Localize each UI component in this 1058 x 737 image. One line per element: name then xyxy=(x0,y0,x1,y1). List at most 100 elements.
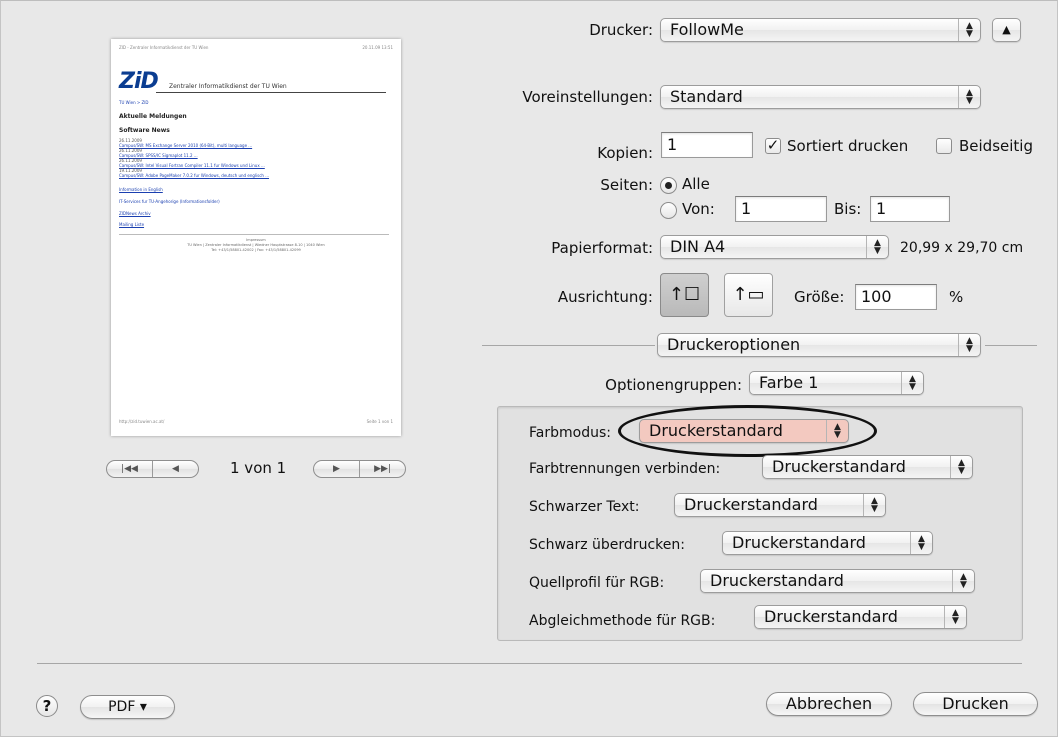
scale-label: Größe: xyxy=(794,288,845,306)
print-dialog: ZID - Zentraler Informatikdienst der TU … xyxy=(0,0,1058,737)
source-profile-value: Druckerstandard xyxy=(710,571,844,590)
pager-forward-group: ▶ ▶▶| xyxy=(313,460,406,478)
collate-label: Sortiert drucken xyxy=(787,137,909,155)
last-page-button[interactable]: ▶▶| xyxy=(360,461,405,477)
option-groups-popup[interactable]: Farbe 1 ▲ ▼ xyxy=(749,371,924,395)
preview-logo: ZiD xyxy=(119,69,159,94)
pages-from-label: Von: xyxy=(682,200,715,218)
preview-bottom-right: Seite 1 von 1 xyxy=(366,419,393,424)
printer-value: FollowMe xyxy=(670,20,744,39)
paper-size-text: 20,99 x 29,70 cm xyxy=(900,240,1024,256)
duplex-checkbox[interactable] xyxy=(936,138,952,154)
help-icon: ? xyxy=(42,697,52,715)
preview-link-2: ZIDNews Archiv xyxy=(119,211,151,216)
preview-breadcrumb: TU Wien > ZID xyxy=(119,100,149,105)
paper-popup[interactable]: DIN A4 ▲ ▼ xyxy=(660,235,889,259)
preview-bottom-left: http://zid.tuwien.ac.at/ xyxy=(119,419,165,424)
overprint-popup[interactable]: Druckerstandard ▲ ▼ xyxy=(722,531,933,555)
preview-divider xyxy=(156,92,386,93)
help-button[interactable]: ? xyxy=(36,695,58,717)
separations-popup[interactable]: Druckerstandard ▲ ▼ xyxy=(762,455,973,479)
updown-arrows-icon: ▲ ▼ xyxy=(958,19,980,41)
triangle-up-icon: ▲ xyxy=(1002,23,1011,36)
scale-field[interactable]: 100 xyxy=(855,284,937,310)
pages-label: Seiten: xyxy=(600,176,653,194)
updown-arrows-icon: ▲ ▼ xyxy=(866,236,888,258)
updown-arrows-icon: ▲ ▼ xyxy=(958,334,980,356)
presets-label: Voreinstellungen: xyxy=(522,88,653,106)
updown-arrows-icon: ▲ ▼ xyxy=(958,86,980,108)
presets-value: Standard xyxy=(670,87,743,106)
source-profile-popup[interactable]: Druckerstandard ▲ ▼ xyxy=(700,569,975,593)
black-text-popup[interactable]: Druckerstandard ▲ ▼ xyxy=(674,493,886,517)
paper-label: Papierformat: xyxy=(551,239,653,257)
preview-footer-rule xyxy=(119,234,389,235)
option-label-overprint: Schwarz überdrucken: xyxy=(529,537,685,553)
separator-left xyxy=(482,345,655,346)
print-button[interactable]: Drucken xyxy=(913,692,1038,716)
expand-collapse-button[interactable]: ▲ xyxy=(992,18,1021,42)
printer-label: Drucker: xyxy=(589,21,653,39)
next-page-button[interactable]: ▶ xyxy=(314,461,360,477)
page-status: 1 von 1 xyxy=(230,459,287,477)
landscape-orientation-icon: ↑▭ xyxy=(732,284,765,305)
preview-header-right: 20.11.09 13:51 xyxy=(362,45,393,50)
first-page-button[interactable]: |◀◀ xyxy=(107,461,153,477)
footer-separator xyxy=(37,663,1022,664)
printer-popup[interactable]: FollowMe ▲ ▼ xyxy=(660,18,981,42)
option-label-source-profile: Quellprofil für RGB: xyxy=(529,575,665,591)
cancel-button[interactable]: Abbrechen xyxy=(766,692,892,716)
landscape-button[interactable]: ↑▭ xyxy=(724,273,773,317)
option-groups-value: Farbe 1 xyxy=(759,373,819,392)
updown-arrows-icon: ▲ ▼ xyxy=(863,494,885,516)
pages-all-label: Alle xyxy=(682,175,710,193)
option-label-black-text: Schwarzer Text: xyxy=(529,499,640,515)
updown-arrows-icon: ▲ ▼ xyxy=(910,532,932,554)
overprint-value: Druckerstandard xyxy=(732,533,866,552)
orientation-label: Ausrichtung: xyxy=(557,288,653,306)
preview-link-3: Mailing Liste xyxy=(119,222,145,227)
highlight-ellipse xyxy=(618,405,877,457)
pages-all-radio[interactable] xyxy=(660,177,677,194)
preview-link-0: Information in English xyxy=(119,187,163,192)
updown-arrows-icon: ▲ ▼ xyxy=(901,372,923,394)
updown-arrows-icon: ▲ ▼ xyxy=(952,570,974,592)
pages-range-radio[interactable] xyxy=(660,202,677,219)
separator-right xyxy=(985,345,1037,346)
scale-unit: % xyxy=(949,288,964,306)
preview-header-left: ZID - Zentraler Informatikdienst der TU … xyxy=(119,45,209,50)
preview-link-1: IT-Services fur TU-Angehorige (Informati… xyxy=(119,199,220,204)
section-value: Druckeroptionen xyxy=(667,335,801,354)
option-groups-label: Optionengruppen: xyxy=(605,376,742,394)
pdf-menu-button[interactable]: PDF ▾ xyxy=(80,695,175,719)
paper-value: DIN A4 xyxy=(670,237,726,256)
pages-from-field[interactable]: 1 xyxy=(735,196,827,222)
copies-field[interactable]: 1 xyxy=(661,132,753,158)
pager-back-group: |◀◀ ◀ xyxy=(106,460,199,478)
presets-popup[interactable]: Standard ▲ ▼ xyxy=(660,85,981,109)
separations-value: Druckerstandard xyxy=(772,457,906,476)
preview-footer-3: Tel: +43/1/58801-42002 | Fax: +43/1/5880… xyxy=(211,248,301,252)
rendering-intent-value: Druckerstandard xyxy=(764,607,898,626)
previous-page-button[interactable]: ◀ xyxy=(153,461,198,477)
portrait-button[interactable]: ↑☐ xyxy=(660,273,709,317)
preview-logo-subtitle: Zentraler Informatikdienst der TU Wien xyxy=(169,83,287,90)
preview-news-7: Campus/SW: Adobe PageMaker 7.0.2 fur Win… xyxy=(119,173,270,178)
pages-to-label: Bis: xyxy=(834,200,862,218)
preview-footer-2: TU Wien | Zentraler Informatikdienst | W… xyxy=(187,243,325,247)
preview-subheading: Software News xyxy=(119,127,170,134)
updown-arrows-icon: ▲ ▼ xyxy=(950,456,972,478)
preview-footer-1: Impressum xyxy=(246,238,266,242)
option-label-separations: Farbtrennungen verbinden: xyxy=(529,461,721,477)
option-label-rendering-intent: Abgleichmethode für RGB: xyxy=(529,613,716,629)
black-text-value: Druckerstandard xyxy=(684,495,818,514)
pages-to-field[interactable]: 1 xyxy=(870,196,950,222)
portrait-orientation-icon: ↑☐ xyxy=(668,284,701,305)
duplex-label: Beidseitig xyxy=(959,137,1033,155)
option-label-color-mode: Farbmodus: xyxy=(529,425,611,441)
print-preview: ZID - Zentraler Informatikdienst der TU … xyxy=(111,39,401,436)
rendering-intent-popup[interactable]: Druckerstandard ▲ ▼ xyxy=(754,605,967,629)
collate-checkbox[interactable]: ✓ xyxy=(765,138,781,154)
copies-label: Kopien: xyxy=(597,144,653,162)
section-popup[interactable]: Druckeroptionen ▲ ▼ xyxy=(657,333,981,357)
